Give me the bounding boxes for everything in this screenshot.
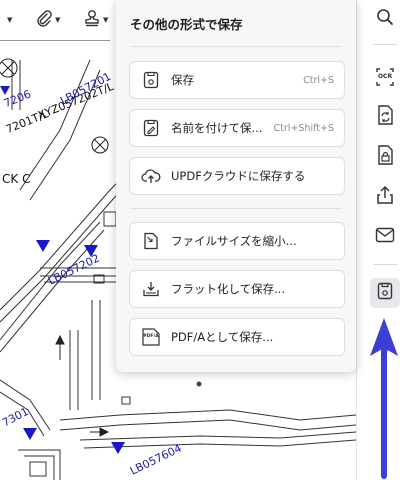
compress-icon [141,231,161,251]
menu-item-label: 保存 [171,73,194,87]
menu-item-label: PDF/Aとして保存... [171,330,274,344]
ocr-button[interactable]: OCR [370,62,400,92]
toolbar-overflow[interactable]: ▼ [4,10,12,30]
plan-label: CK C [2,172,31,186]
ocr-icon: OCR [375,67,395,87]
menu-item-shortcut: Ctrl+S [303,74,334,86]
menu-item-shortcut: Ctrl+Shift+S [273,122,334,134]
pdfa-badge: PDF/A [143,334,159,339]
menu-item-label: 名前を付けて保... [171,121,263,135]
menu-divider [130,46,342,47]
menu-item-save-to-cloud[interactable]: UPDFクラウドに保存する [129,157,345,195]
stamp-tool-button[interactable]: ▼ [84,10,108,30]
save-icon [377,282,393,304]
toolbar: ▼ ▼ ▼ [0,0,118,40]
protect-button[interactable] [370,142,400,172]
save-as-icon [141,118,161,138]
mail-icon [375,227,395,247]
convert-icon [376,105,394,129]
pdfa-icon: PDF/A [141,327,161,347]
sidebar-divider [373,44,397,45]
share-button[interactable] [370,182,400,212]
menu-item-label: フラット化して保存... [171,282,286,296]
cloud-upload-icon [141,166,161,186]
menu-item-label: UPDFクラウドに保存する [171,169,306,183]
ocr-label: OCR [377,73,393,80]
search-icon [376,8,394,30]
menu-item-save-pdfa[interactable]: PDF/A PDF/Aとして保存... [129,318,345,356]
search-button[interactable] [370,4,400,34]
menu-divider [130,208,342,209]
mail-button[interactable] [370,222,400,252]
share-icon [376,185,394,209]
menu-item-label: ファイルサイズを縮小... [171,234,297,248]
sidebar-divider [373,264,397,265]
menu-title: その他の形式で保存 [130,17,243,32]
paperclip-icon [36,9,52,31]
save-icon [141,70,161,90]
stamp-icon [84,9,100,31]
chevron-down-icon: ▼ [103,16,109,24]
protect-icon [376,145,394,169]
save-as-menu: その他の形式で保存 保存 Ctrl+S 名前を付けて保... Ctrl+Shif… [116,0,356,372]
annotation-arrow [370,318,398,479]
convert-button[interactable] [370,102,400,132]
menu-item-save-as[interactable]: 名前を付けて保... Ctrl+Shift+S [129,109,345,147]
save-as-other-button[interactable] [370,278,400,308]
chevron-down-icon: ▼ [55,16,61,24]
menu-item-save[interactable]: 保存 Ctrl+S [129,61,345,99]
menu-item-flatten[interactable]: フラット化して保存... [129,270,345,308]
menu-item-reduce-size[interactable]: ファイルサイズを縮小... [129,222,345,260]
chevron-down-icon: ▼ [7,16,13,24]
flatten-icon [141,279,161,299]
attach-tool-button[interactable]: ▼ [36,10,60,30]
